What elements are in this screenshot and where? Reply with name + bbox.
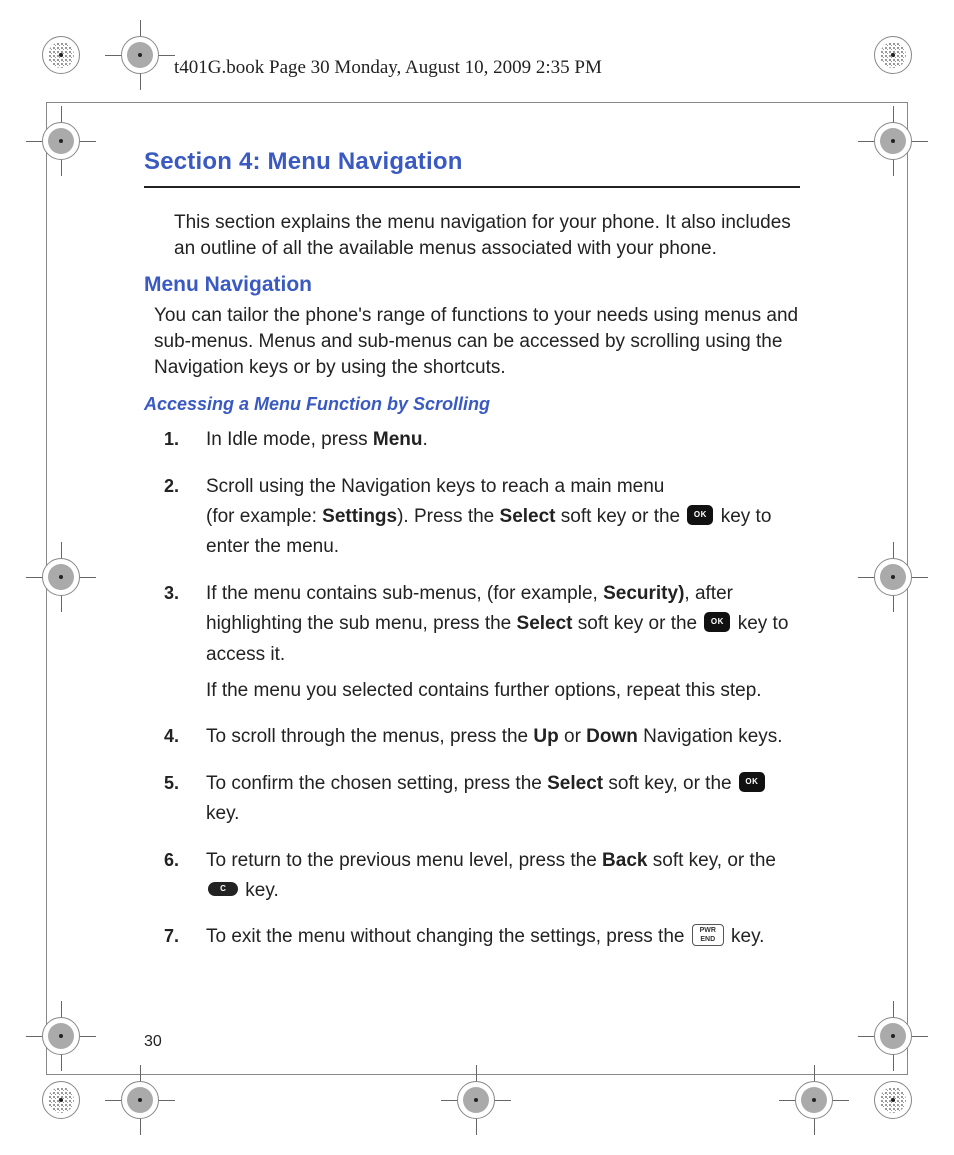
step-3: If the menu contains sub-menus, (for exa… xyxy=(164,579,800,707)
text: ). Press the xyxy=(397,506,499,527)
text: key. xyxy=(206,803,239,824)
intro-text: This section explains the menu navigatio… xyxy=(174,210,800,261)
back-c-key-icon: C xyxy=(208,882,238,896)
bold: Select xyxy=(547,773,603,794)
step-7: To exit the menu without changing the se… xyxy=(164,922,800,952)
text: Scroll using the Navigation keys to reac… xyxy=(206,476,664,497)
page-number: 30 xyxy=(144,1033,162,1051)
ok-key-icon: OK xyxy=(704,612,730,632)
title-rule xyxy=(144,186,800,188)
text: soft key, or the xyxy=(647,850,775,871)
crop-mark-top-left xyxy=(42,36,80,74)
text: key. xyxy=(245,880,278,901)
crop-mark-bottom-left xyxy=(42,1081,80,1119)
text: key. xyxy=(731,926,764,947)
bold: Select xyxy=(517,613,573,634)
bold: Down xyxy=(586,726,638,747)
step-2: Scroll using the Navigation keys to reac… xyxy=(164,472,800,563)
pwr-end-key-icon: PWR END xyxy=(692,924,724,946)
reg-mark xyxy=(42,122,80,160)
text: To exit the menu without changing the se… xyxy=(206,926,690,947)
reg-mark xyxy=(42,558,80,596)
text: In Idle mode, press xyxy=(206,429,373,450)
end-label: END xyxy=(693,935,723,944)
content: Section 4: Menu Navigation This section … xyxy=(144,148,800,969)
step-4: To scroll through the menus, press the U… xyxy=(164,722,800,752)
reg-mark xyxy=(121,36,159,74)
reg-mark xyxy=(457,1081,495,1119)
text: soft key or the xyxy=(556,506,686,527)
crop-mark-bottom-right xyxy=(874,1081,912,1119)
menu-nav-para: You can tailor the phone's range of func… xyxy=(154,303,800,380)
ok-key-icon: OK xyxy=(739,772,765,792)
ok-key-icon: OK xyxy=(687,505,713,525)
bold: Menu xyxy=(373,429,423,450)
reg-mark xyxy=(874,1017,912,1055)
pwr-label: PWR xyxy=(693,926,723,935)
text: soft key or the xyxy=(573,613,703,634)
section-title: Section 4: Menu Navigation xyxy=(144,148,800,176)
bold: Back xyxy=(602,850,647,871)
reg-mark xyxy=(42,1017,80,1055)
text: To return to the previous menu level, pr… xyxy=(206,850,602,871)
steps-list: In Idle mode, press Menu. Scroll using t… xyxy=(164,425,800,952)
step-1: In Idle mode, press Menu. xyxy=(164,425,800,455)
heading-menu-navigation: Menu Navigation xyxy=(144,273,800,297)
reg-mark xyxy=(795,1081,833,1119)
heading-accessing-by-scrolling: Accessing a Menu Function by Scrolling xyxy=(144,394,800,415)
bold: Up xyxy=(533,726,558,747)
step-3-sub: If the menu you selected contains furthe… xyxy=(206,676,800,706)
text: soft key, or the xyxy=(603,773,737,794)
running-header: t401G.book Page 30 Monday, August 10, 20… xyxy=(174,57,602,79)
text: Navigation keys. xyxy=(638,726,783,747)
crop-mark-top-right xyxy=(874,36,912,74)
bold: Settings xyxy=(322,506,397,527)
text: (for example: xyxy=(206,506,322,527)
text: To scroll through the menus, press the xyxy=(206,726,533,747)
text: or xyxy=(559,726,586,747)
text: . xyxy=(422,429,427,450)
text: If the menu contains sub-menus, (for exa… xyxy=(206,583,603,604)
reg-mark xyxy=(874,122,912,160)
step-6: To return to the previous menu level, pr… xyxy=(164,846,800,907)
bold: Select xyxy=(500,506,556,527)
step-5: To confirm the chosen setting, press the… xyxy=(164,769,800,830)
text: To confirm the chosen setting, press the xyxy=(206,773,547,794)
bold: Security) xyxy=(603,583,684,604)
page: t401G.book Page 30 Monday, August 10, 20… xyxy=(0,0,954,1155)
reg-mark xyxy=(874,558,912,596)
reg-mark xyxy=(121,1081,159,1119)
